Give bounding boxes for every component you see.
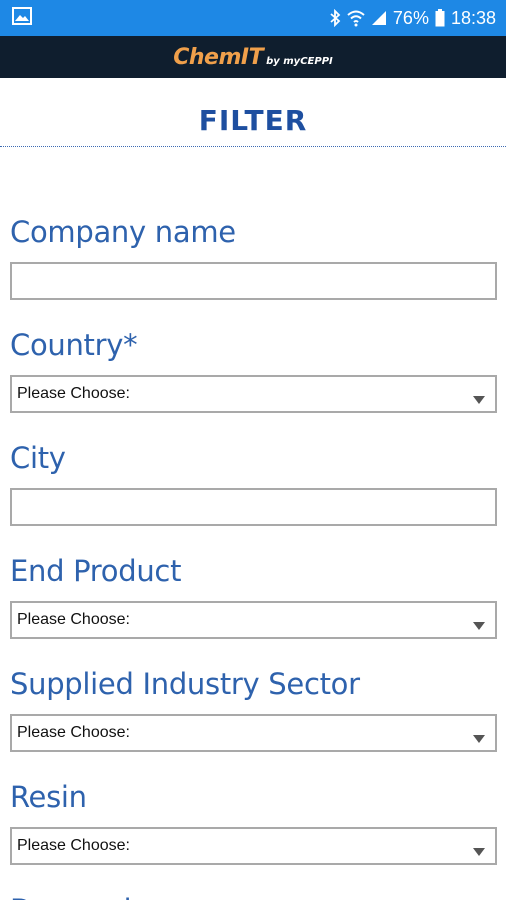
end-product-field: End Product Please Choose: [10,549,497,639]
logo-main-text: ChemIT [173,44,264,70]
city-input[interactable] [10,488,497,526]
city-field: City [10,436,497,526]
filter-form: Company name Country* Please Choose: Cit… [10,210,497,900]
resin-select[interactable]: Please Choose: [10,827,497,865]
image-icon [12,6,32,30]
demand-field: Demand [10,888,497,900]
end-product-select-value: Please Choose: [17,611,130,628]
app-header: ChemIT by myCEPPI [0,36,506,78]
chevron-down-icon [473,730,485,748]
supplied-industry-sector-field: Supplied Industry Sector Please Choose: [10,662,497,752]
supplied-industry-sector-select[interactable]: Please Choose: [10,714,497,752]
status-time: 18:38 [450,7,496,28]
end-product-label: End Product [10,554,182,588]
chevron-down-icon [473,617,485,635]
app-logo: ChemIT by myCEPPI [173,45,333,70]
page-title: FILTER [198,104,308,137]
resin-select-value: Please Choose: [17,837,130,854]
country-select[interactable]: Please Choose: [10,375,497,413]
city-label: City [10,441,66,475]
resin-field: Resin Please Choose: [10,775,497,865]
supplied-industry-sector-label: Supplied Industry Sector [10,667,360,701]
chevron-down-icon [473,391,485,409]
country-label: Country* [10,328,138,362]
title-divider [0,146,506,147]
logo-sub-text: by myCEPPI [266,55,333,67]
status-bar: 76% 18:38 [0,0,506,36]
battery-icon [435,9,445,27]
signal-icon [371,10,387,26]
wifi-icon [347,9,365,27]
end-product-select[interactable]: Please Choose: [10,601,497,639]
country-select-value: Please Choose: [17,385,130,402]
company-name-input[interactable] [10,262,497,300]
supplied-industry-sector-select-value: Please Choose: [17,724,130,741]
resin-label: Resin [10,780,87,814]
company-name-field: Company name [10,210,497,300]
bluetooth-icon [329,9,341,27]
company-name-label: Company name [10,215,236,249]
country-field: Country* Please Choose: [10,323,497,413]
battery-percent: 76% [392,7,429,28]
chevron-down-icon [473,843,485,861]
demand-label: Demand [10,888,497,900]
